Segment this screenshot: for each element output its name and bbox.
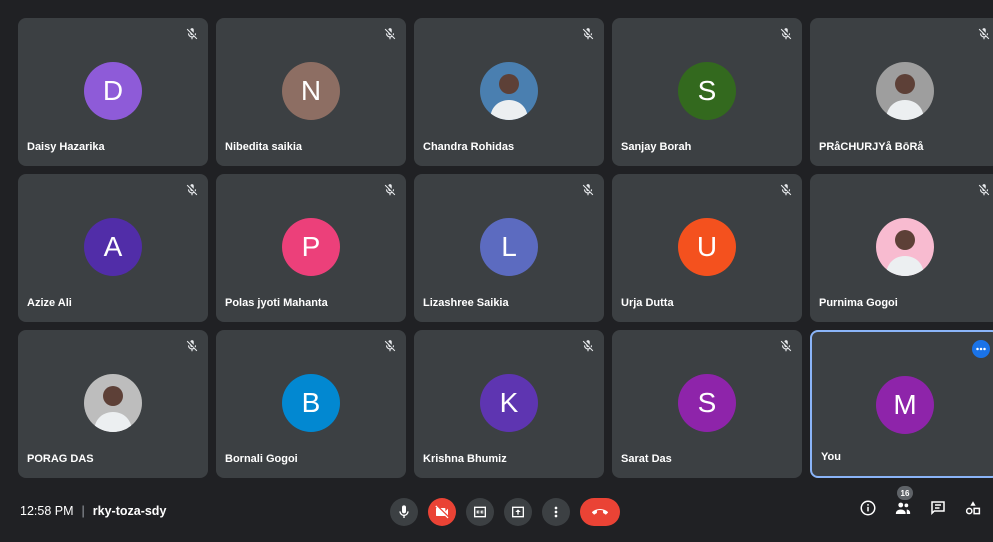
participant-name: Sanjay Borah <box>621 141 692 153</box>
side-panel-controls: 16 <box>845 486 985 520</box>
participant-name: Polas jyoti Mahanta <box>225 297 328 309</box>
avatar: S <box>678 374 736 432</box>
participant-tile[interactable]: PORAG DAS <box>18 330 208 478</box>
participant-tile[interactable]: U Urja Dutta <box>612 174 802 322</box>
meeting-code: rky-toza-sdy <box>92 504 167 518</box>
mic-off-icon <box>383 339 397 353</box>
avatar: A <box>84 218 142 276</box>
captions-button[interactable] <box>466 498 494 526</box>
camera-off-icon <box>435 505 449 519</box>
mic-off-icon <box>185 27 199 41</box>
mic-off-icon <box>779 339 793 353</box>
avatar: M <box>876 376 934 434</box>
people-button[interactable]: 16 <box>891 486 915 520</box>
avatar: L <box>480 218 538 276</box>
info-icon <box>860 500 876 516</box>
participant-name: PORAG DAS <box>27 453 94 465</box>
more-horiz-icon <box>976 347 986 351</box>
people-icon <box>895 502 911 514</box>
participant-tile[interactable]: K Krishna Bhumiz <box>414 330 604 478</box>
end-call-button[interactable] <box>580 498 620 526</box>
participant-name: Sarat Das <box>621 453 672 465</box>
avatar <box>84 374 142 432</box>
people-count-badge: 16 <box>897 486 913 500</box>
mic-off-icon <box>977 27 991 41</box>
participant-tile[interactable]: A Azize Ali <box>18 174 208 322</box>
avatar: S <box>678 62 736 120</box>
participant-tile[interactable]: M You <box>810 330 993 478</box>
chat-button[interactable] <box>926 496 950 520</box>
mic-icon <box>399 505 409 518</box>
participant-name: Urja Dutta <box>621 297 674 309</box>
participant-name: You <box>821 451 841 463</box>
participant-name: Lizashree Saikia <box>423 297 509 309</box>
mic-off-icon <box>185 339 199 353</box>
captions-icon <box>474 506 486 518</box>
participant-grid: D Daisy Hazarika N Nibedita saikia Chandra R… <box>18 18 993 478</box>
end-call-icon <box>592 509 608 515</box>
present-button[interactable] <box>504 498 532 526</box>
mic-off-icon <box>185 183 199 197</box>
bottom-toolbar: 12:58 PM | rky-toza-sdy 16 <box>0 482 993 542</box>
present-icon <box>512 506 524 518</box>
participant-name: Daisy Hazarika <box>27 141 105 153</box>
participant-tile[interactable]: Chandra Rohidas <box>414 18 604 166</box>
mic-off-icon <box>779 183 793 197</box>
participant-name: Azize Ali <box>27 297 72 309</box>
activities-button[interactable] <box>961 496 985 520</box>
camera-toggle-button[interactable] <box>428 498 456 526</box>
mic-off-icon <box>581 27 595 41</box>
participant-tile[interactable]: P Polas jyoti Mahanta <box>216 174 406 322</box>
participant-name: Krishna Bhumiz <box>423 453 507 465</box>
avatar: K <box>480 374 538 432</box>
tile-options-button[interactable] <box>972 340 990 358</box>
avatar: U <box>678 218 736 276</box>
avatar: N <box>282 62 340 120</box>
more-vert-icon <box>554 506 558 518</box>
avatar: P <box>282 218 340 276</box>
mic-off-icon <box>383 27 397 41</box>
participant-tile[interactable]: Purnima Gogoi <box>810 174 993 322</box>
avatar: B <box>282 374 340 432</box>
participant-name: Bornali Gogoi <box>225 453 298 465</box>
participant-name: Nibedita saikia <box>225 141 303 153</box>
avatar <box>876 62 934 120</box>
mic-off-icon <box>581 339 595 353</box>
more-options-button[interactable] <box>542 498 570 526</box>
meeting-details-button[interactable] <box>856 496 880 520</box>
meeting-time: 12:58 PM <box>20 504 74 518</box>
participant-tile[interactable]: S Sanjay Borah <box>612 18 802 166</box>
mic-off-icon <box>581 183 595 197</box>
avatar <box>876 218 934 276</box>
chat-icon <box>931 501 945 516</box>
meeting-info-separator: | <box>81 504 85 518</box>
participant-tile[interactable]: N Nibedita saikia <box>216 18 406 166</box>
meeting-info: 12:58 PM | rky-toza-sdy <box>20 504 166 518</box>
participant-tile[interactable]: L Lizashree Saikia <box>414 174 604 322</box>
participant-tile[interactable]: D Daisy Hazarika <box>18 18 208 166</box>
avatar <box>480 62 538 120</box>
participant-tile[interactable]: S Sarat Das <box>612 330 802 478</box>
activities-icon <box>965 501 981 515</box>
participant-name: Chandra Rohidas <box>423 141 515 153</box>
call-controls <box>390 496 620 528</box>
participant-tile[interactable]: B Bornali Gogoi <box>216 330 406 478</box>
microphone-button[interactable] <box>390 498 418 526</box>
avatar: D <box>84 62 142 120</box>
participant-tile[interactable]: PRåCHURJYå BōRå <box>810 18 993 166</box>
participant-name: PRåCHURJYå BōRå <box>819 141 924 153</box>
mic-off-icon <box>383 183 397 197</box>
mic-off-icon <box>977 183 991 197</box>
participant-name: Purnima Gogoi <box>819 297 898 309</box>
mic-off-icon <box>779 27 793 41</box>
